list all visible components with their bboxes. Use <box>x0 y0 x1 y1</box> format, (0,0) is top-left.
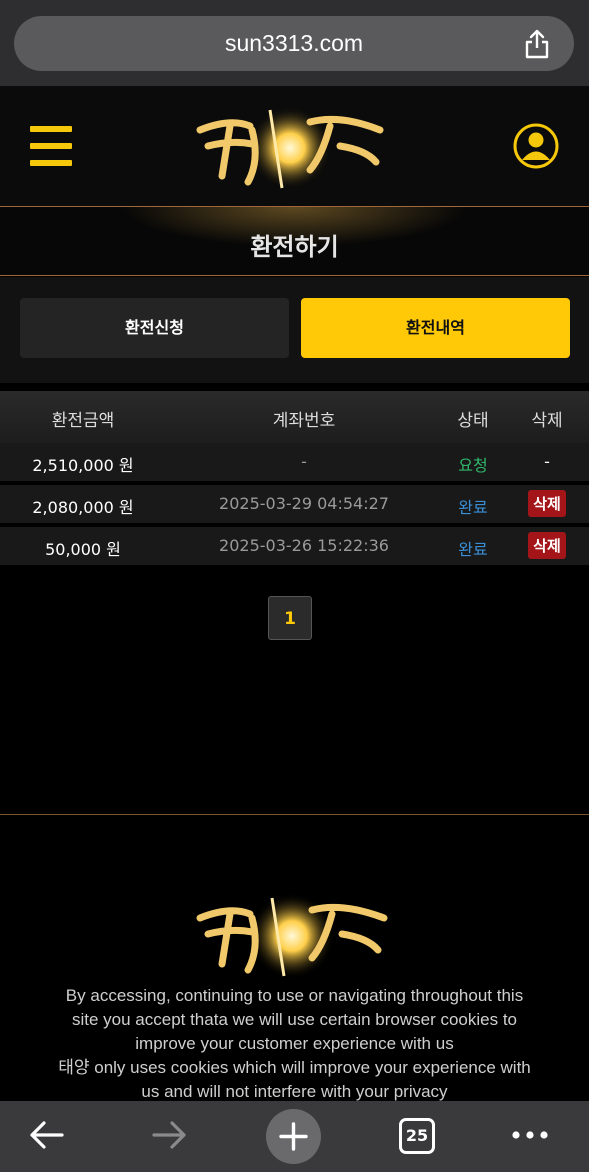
cookie-line: 태양 only uses cookies which will improve … <box>58 1058 531 1077</box>
status-cell: 완료 <box>458 498 488 517</box>
delete-cell: 삭제 <box>516 532 578 559</box>
account-cell: 2025-03-29 04:54:27 <box>219 494 389 513</box>
user-icon[interactable] <box>513 123 559 169</box>
address-bar[interactable]: sun3313.com <box>14 16 574 71</box>
delete-cell: - <box>544 452 550 471</box>
amount-cell: 2,510,000 원 <box>32 456 134 475</box>
table-row: 2,510,000 원 - 요청 - <box>0 443 589 483</box>
exchange-tabs: 환전신청 환전내역 <box>0 277 589 383</box>
table-row: 50,000 원 2025-03-26 15:22:36 완료 삭제 <box>0 527 589 567</box>
amount-cell: 2,080,000 원 <box>32 498 134 517</box>
cookie-line: By accessing, continuing to use or navig… <box>65 986 524 1005</box>
delete-button[interactable]: 삭제 <box>528 532 566 559</box>
cookie-line: improve your customer experience with us <box>135 1034 454 1053</box>
page-title: 환전하기 <box>250 233 339 261</box>
back-arrow-icon[interactable] <box>28 1119 66 1151</box>
more-icon[interactable] <box>511 1130 549 1140</box>
menu-icon[interactable] <box>30 126 72 170</box>
table-header: 환전금액 계좌번호 상태 삭제 <box>0 391 589 443</box>
table-row: 2,080,000 원 2025-03-29 04:54:27 완료 삭제 <box>0 485 589 525</box>
column-header-account: 계좌번호 <box>272 411 336 431</box>
browser-top-bar: sun3313.com <box>0 0 589 86</box>
column-header-amount: 환전금액 <box>51 411 115 431</box>
page-title-bar: 환전하기 <box>0 206 589 276</box>
share-icon[interactable] <box>522 28 552 60</box>
page-1-button[interactable]: 1 <box>268 596 312 640</box>
footer-logo <box>196 893 388 979</box>
tab-switcher-button[interactable]: 25 <box>399 1118 435 1154</box>
footer-divider <box>0 814 589 815</box>
amount-cell: 50,000 원 <box>45 540 121 559</box>
column-header-status: 상태 <box>457 411 489 431</box>
account-cell: - <box>301 452 307 471</box>
column-header-delete: 삭제 <box>531 411 563 431</box>
cookie-line: site you accept thata we will use certai… <box>71 1010 518 1029</box>
delete-cell: 삭제 <box>516 490 578 517</box>
account-cell: 2025-03-26 15:22:36 <box>219 536 389 555</box>
plus-icon <box>279 1122 308 1151</box>
cookie-notice: By accessing, continuing to use or navig… <box>20 984 569 1104</box>
forward-arrow-icon[interactable] <box>150 1119 188 1151</box>
site-logo[interactable] <box>190 100 390 194</box>
tab-exchange-request[interactable]: 환전신청 <box>20 298 289 358</box>
new-tab-button[interactable] <box>266 1109 321 1164</box>
browser-bottom-bar: 25 <box>0 1101 589 1172</box>
tab-exchange-history[interactable]: 환전내역 <box>301 298 570 358</box>
url-text: sun3313.com <box>224 30 364 56</box>
delete-button[interactable]: 삭제 <box>528 490 566 517</box>
status-cell: 완료 <box>458 540 488 559</box>
site-header <box>0 86 589 206</box>
status-cell: 요청 <box>458 456 488 475</box>
